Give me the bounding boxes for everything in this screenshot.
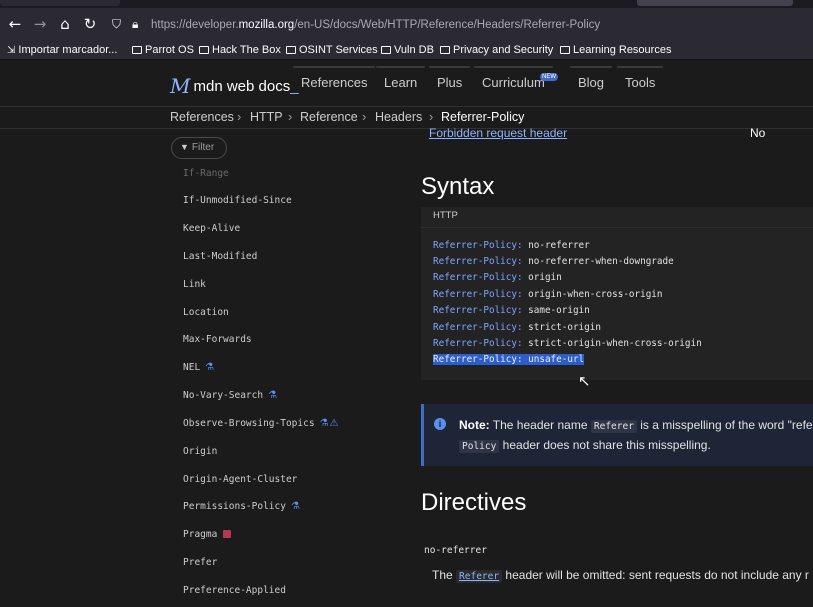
note-line-2: Policy header does not share this misspe… — [459, 438, 711, 453]
code-line-selected: Referrer-Policy: unsafe-url — [433, 354, 585, 365]
back-arrow-icon[interactable]: ← — [6, 15, 24, 33]
mouse-cursor-icon: ↖ — [578, 372, 591, 390]
mdn-logo[interactable]: Mmdn web docs_ — [170, 74, 299, 98]
code-line: Referrer-Policy: origin — [433, 272, 562, 283]
sidebar-item[interactable]: Preference-Applied — [183, 585, 286, 596]
bookmark-folder[interactable]: Privacy and Security — [440, 44, 553, 56]
bookmark-import[interactable]: ⇲ Importar marcador... — [7, 44, 117, 56]
url-path: /en-US/docs/Web/HTTP/Reference/Headers/R… — [294, 19, 601, 31]
nav-tools[interactable]: Tools — [616, 66, 664, 90]
bookmark-folder[interactable]: Parrot OS — [132, 44, 194, 56]
chevron-right-icon: › — [429, 109, 434, 124]
sidebar-item[interactable]: Prefer — [183, 557, 217, 568]
folder-icon — [440, 46, 450, 54]
experimental-flask-icon: ⚗ — [268, 390, 278, 401]
sidebar-filter[interactable]: ▼ Filter — [171, 137, 227, 159]
reload-icon[interactable]: ↻ — [81, 15, 99, 33]
note-callout: i Note: The header name Referer is a mis… — [421, 404, 813, 466]
nav-learn[interactable]: Learn — [375, 66, 426, 90]
referer-link[interactable]: Referer — [456, 570, 503, 583]
directive-term: no-referrer — [424, 545, 487, 556]
code-line: Referrer-Policy: strict-origin — [433, 322, 601, 333]
tab-strip — [0, 0, 813, 8]
bookmark-folder[interactable]: OSINT Services — [286, 44, 378, 56]
nav-references[interactable]: References — [292, 66, 377, 90]
code-line: Referrer-Policy: no-referrer-when-downgr… — [433, 256, 674, 267]
sidebar-item-pragma[interactable]: Pragma — [183, 529, 232, 540]
folder-icon — [560, 46, 570, 54]
code-line: Referrer-Policy: origin-when-cross-origi… — [433, 289, 663, 300]
syntax-heading: Syntax — [421, 173, 495, 200]
breadcrumb-item[interactable]: Reference — [300, 110, 358, 124]
folder-icon — [286, 46, 296, 54]
bookmark-folder[interactable]: Learning Resources — [560, 44, 671, 56]
breadcrumb-current: Referrer-Policy — [441, 110, 525, 124]
chevron-right-icon: › — [237, 109, 242, 124]
info-icon: i — [434, 418, 446, 430]
sidebar-item[interactable]: Last-Modified — [183, 251, 257, 262]
forbidden-header-link[interactable]: Forbidden request header — [429, 126, 567, 140]
sidebar-item-permissions-policy[interactable]: Permissions-Policy ⚗ — [183, 501, 300, 512]
experimental-flask-icon: ⚗ — [319, 418, 329, 429]
code-line: Referrer-Policy: same-origin — [433, 305, 590, 316]
sidebar-item[interactable]: If-Range — [183, 168, 229, 179]
chevron-right-icon: › — [288, 109, 293, 124]
sidebar-item[interactable]: If-Unmodified-Since — [183, 195, 292, 206]
directives-heading: Directives — [421, 489, 527, 516]
bookmark-folder[interactable]: Vuln DB — [381, 44, 434, 56]
code-line: Referrer-Policy: strict-origin-when-cros… — [433, 338, 702, 349]
nav-curriculum[interactable]: Curriculum — [474, 66, 553, 90]
sidebar-item[interactable]: Max-Forwards — [183, 334, 252, 345]
browser-navbar: ← → ⌂ ↻ ⛉ 🔒︎ https://developer.mozilla.o… — [0, 8, 813, 41]
sidebar-item-nel[interactable]: NEL ⚗ — [183, 362, 214, 373]
sidebar-item[interactable]: Location — [183, 307, 229, 318]
sidebar-item[interactable]: Origin-Agent-Cluster — [183, 474, 297, 485]
deprecated-trash-icon — [223, 530, 232, 538]
sidebar-item[interactable]: Origin — [183, 446, 217, 457]
breadcrumb-item[interactable]: References — [170, 110, 234, 124]
import-icon: ⇲ — [7, 45, 16, 56]
mdn-m-icon: M — [170, 74, 191, 98]
nav-blog[interactable]: Blog — [569, 66, 613, 90]
bookmark-folder[interactable]: Hack The Box — [199, 44, 281, 56]
sidebar-item[interactable]: Link — [183, 279, 206, 290]
note-line-1: Note: The header name Referer is a missp… — [459, 418, 813, 433]
sidebar-item-observe-browsing-topics[interactable]: Observe-Browsing-Topics ⚗⚠ — [183, 418, 339, 429]
experimental-flask-icon: ⚗ — [205, 362, 215, 373]
nonstandard-icon: ⚠ — [329, 418, 339, 429]
forward-arrow-icon[interactable]: → — [31, 15, 49, 33]
forbidden-header-value: No — [750, 126, 766, 140]
filter-icon: ▼ — [180, 142, 189, 152]
mdn-header: Mmdn web docs_ References Learn Plus Cur… — [0, 60, 813, 107]
sidebar-item-no-vary-search[interactable]: No-Vary-Search ⚗ — [183, 390, 277, 401]
chevron-right-icon: › — [362, 109, 367, 124]
browser-tab-active[interactable] — [637, 0, 793, 6]
breadcrumb: References › HTTP › Reference › Headers … — [0, 107, 813, 129]
url-bar[interactable]: https://developer.mozilla.org/en-US/docs… — [151, 19, 600, 31]
inline-code: Referer — [590, 420, 637, 433]
inline-code: Policy — [459, 440, 500, 453]
folder-icon — [132, 46, 142, 54]
url-domain: mozilla.org — [238, 19, 295, 31]
folder-icon — [199, 46, 209, 54]
syntax-code-block[interactable]: Referrer-Policy: no-referrer Referrer-Po… — [421, 228, 813, 380]
shield-icon[interactable]: ⛉ — [112, 17, 121, 32]
home-icon[interactable]: ⌂ — [56, 15, 74, 33]
breadcrumb-item[interactable]: HTTP — [250, 110, 283, 124]
new-badge: NEW — [540, 73, 558, 81]
folder-icon — [381, 46, 391, 54]
experimental-flask-icon: ⚗ — [290, 501, 300, 512]
lock-icon[interactable]: 🔒︎ — [132, 17, 138, 32]
nav-plus[interactable]: Plus — [428, 66, 471, 90]
directive-description: The Referer header will be omitted: sent… — [432, 568, 809, 583]
sidebar-item[interactable]: Keep-Alive — [183, 223, 240, 234]
bookmarks-bar: ⇲ Importar marcador... Parrot OS Hack The… — [0, 41, 813, 60]
url-prefix: https://developer. — [151, 19, 239, 31]
breadcrumb-item[interactable]: Headers — [375, 110, 422, 124]
code-line: Referrer-Policy: no-referrer — [433, 240, 590, 251]
code-language-label: HTTP — [421, 207, 813, 228]
browser-tab[interactable] — [0, 0, 120, 6]
